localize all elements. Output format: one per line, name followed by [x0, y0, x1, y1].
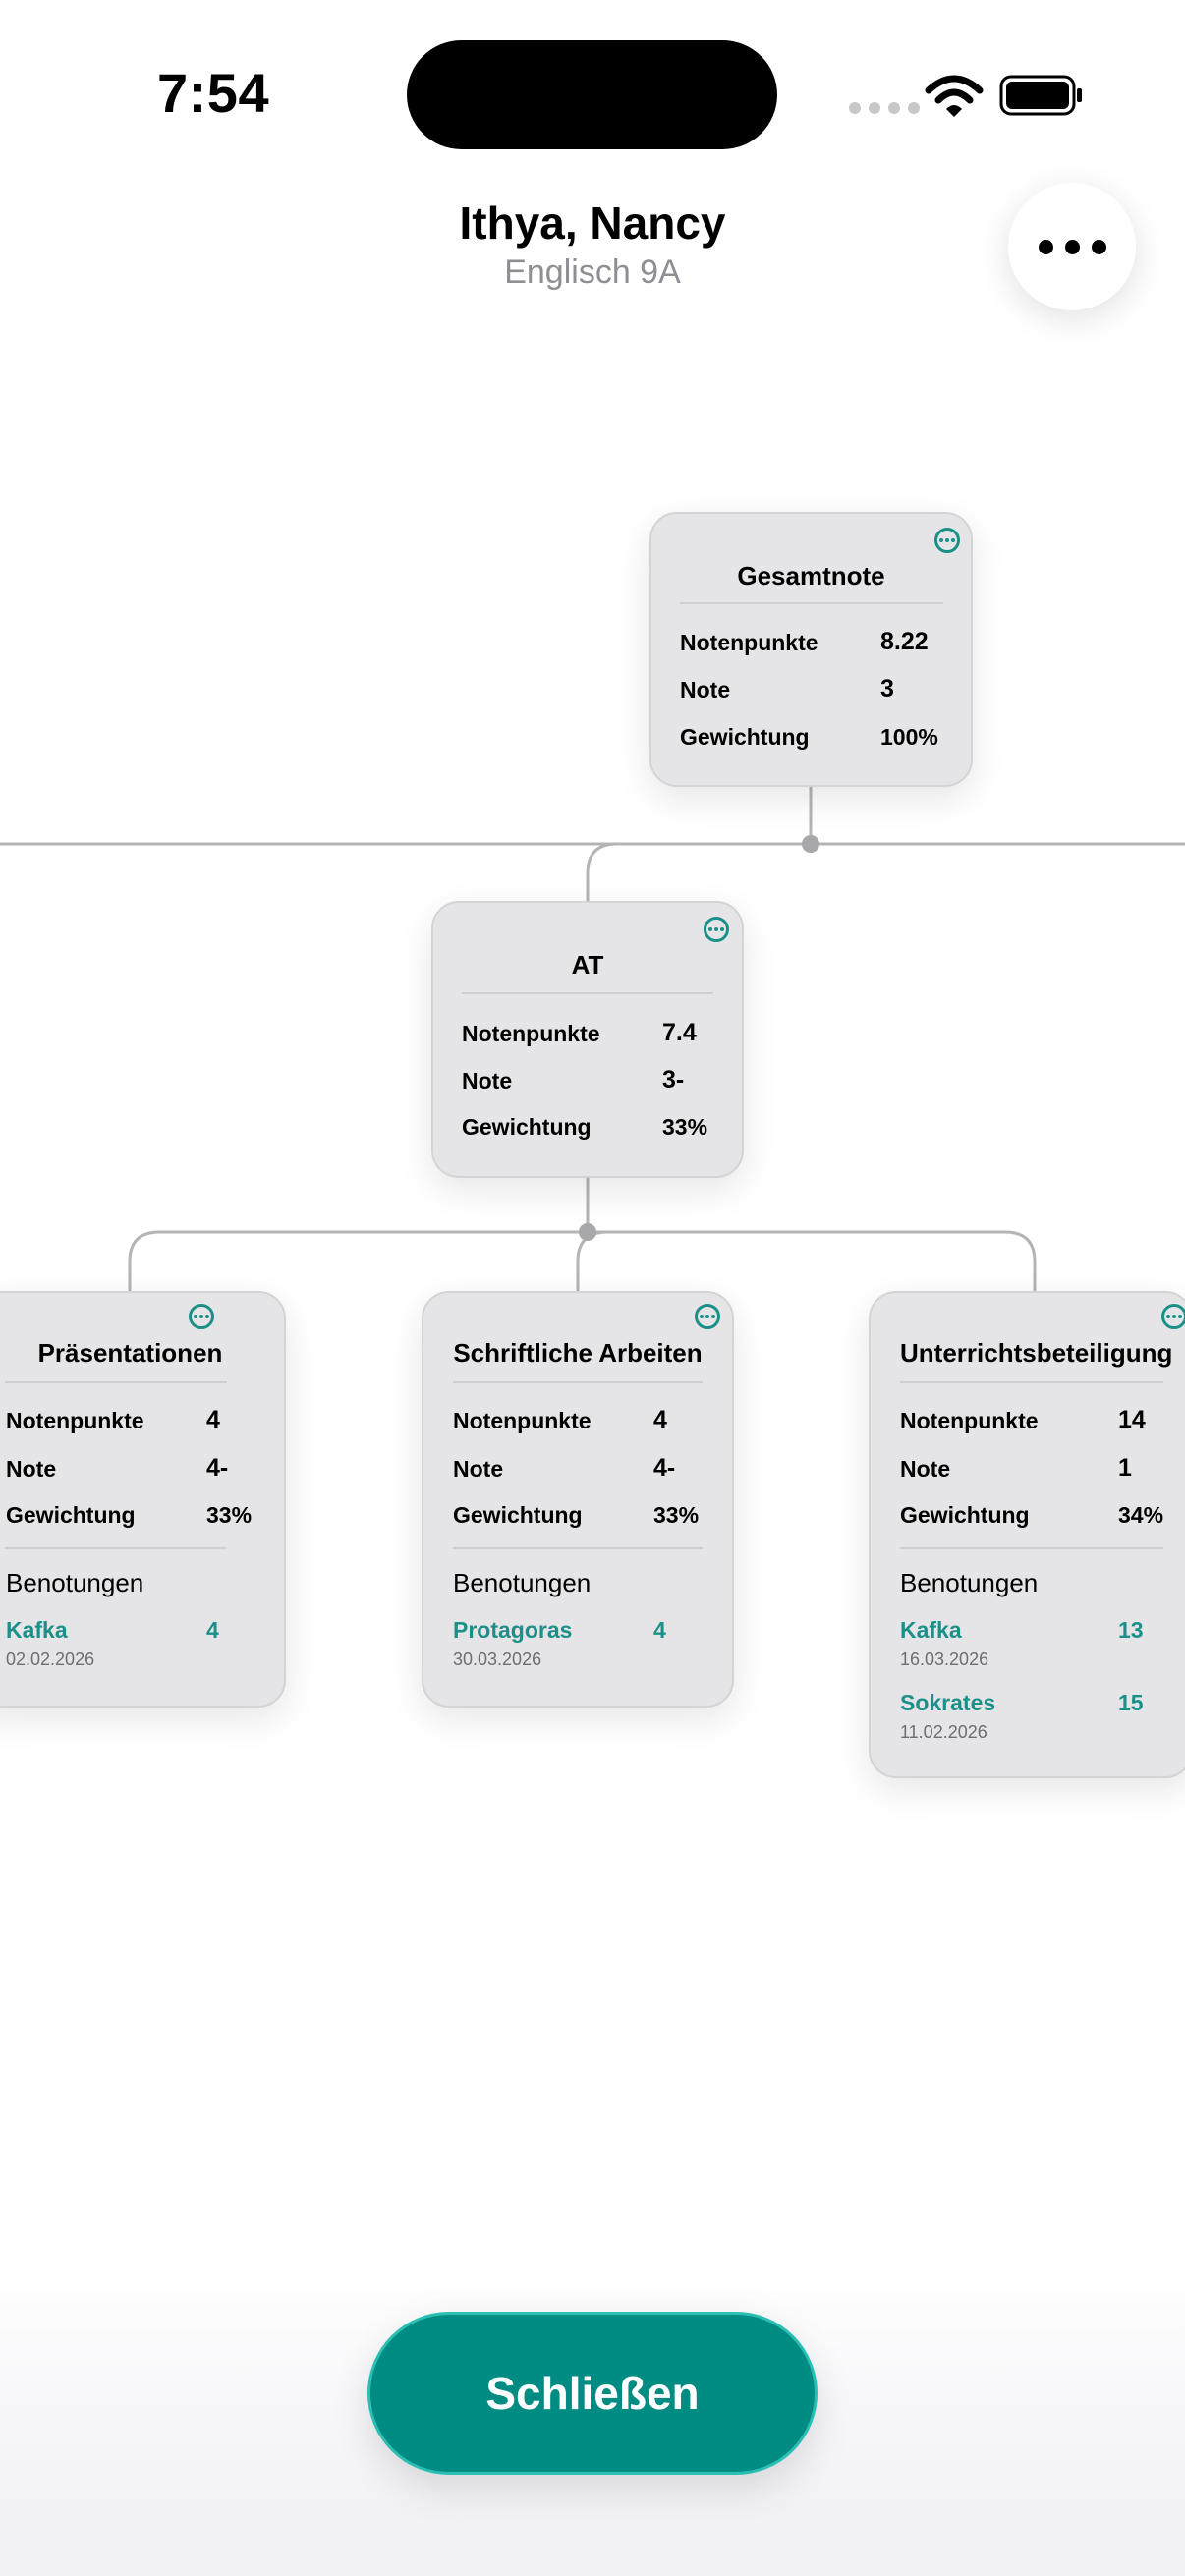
grading-date: 16.03.2026 [900, 1650, 989, 1669]
card-options-icon[interactable] [704, 917, 729, 942]
grade-label: Note [453, 1456, 504, 1482]
grading-date: 30.03.2026 [453, 1650, 542, 1669]
card-presentations[interactable]: Präsentationen Notenpunkte 4 Note 4- Gew… [0, 1291, 286, 1708]
card-title: Gesamtnote [737, 561, 885, 590]
weight-label: Gewichtung [462, 1114, 592, 1140]
card-options-icon[interactable] [695, 1304, 720, 1329]
card-divider [453, 1381, 703, 1383]
grading-value: 4 [653, 1617, 666, 1643]
points-label: Notenpunkte [462, 1021, 600, 1046]
card-title: Unterrichtsbeteiligung [900, 1338, 1173, 1368]
weight-label: Gewichtung [453, 1502, 583, 1528]
card-title: Präsentationen [37, 1338, 223, 1368]
card-options-icon[interactable] [1161, 1304, 1185, 1329]
points-value: 8.22 [880, 628, 929, 655]
grade-value: 3- [662, 1066, 685, 1093]
grade-value: 4- [653, 1454, 676, 1482]
grade-label: Note [462, 1068, 513, 1093]
grade-label: Note [6, 1456, 57, 1482]
points-value: 4 [206, 1406, 220, 1433]
card-divider [5, 1381, 227, 1383]
gradings-heading: Benotungen [453, 1568, 592, 1597]
gradings-heading: Benotungen [6, 1568, 144, 1597]
tree-connectors [0, 787, 1185, 1291]
weight-value: 33% [653, 1502, 700, 1528]
grading-date: 02.02.2026 [6, 1650, 95, 1669]
weight-value: 33% [206, 1502, 253, 1528]
points-label: Notenpunkte [453, 1408, 592, 1433]
grading-name[interactable]: Kafka [6, 1617, 68, 1644]
card-written-work[interactable]: Schriftliche Arbeiten Notenpunkte 4 Note… [422, 1291, 734, 1708]
points-label: Notenpunkte [900, 1408, 1039, 1433]
gradings-heading: Benotungen [900, 1568, 1039, 1597]
grading-date: 11.02.2026 [900, 1722, 988, 1742]
grade-value: 1 [1118, 1454, 1132, 1482]
card-divider [5, 1547, 227, 1549]
points-value: 14 [1118, 1406, 1146, 1433]
weight-value: 100% [880, 724, 938, 750]
grading-name[interactable]: Kafka [900, 1617, 962, 1644]
card-title: AT [571, 950, 604, 980]
card-divider [900, 1547, 1163, 1549]
weight-value: 33% [662, 1114, 708, 1140]
points-value: 4 [653, 1406, 667, 1433]
close-button[interactable]: Schließen [367, 2312, 818, 2475]
card-divider [453, 1547, 703, 1549]
grade-label: Note [900, 1456, 951, 1482]
points-value: 7.4 [662, 1019, 697, 1046]
weight-label: Gewichtung [680, 724, 810, 750]
card-divider [900, 1381, 1163, 1383]
grade-label: Note [680, 677, 731, 702]
card-class-participation[interactable]: Unterrichtsbeteiligung Notenpunkte 14 No… [869, 1291, 1185, 1778]
grade-value: 3 [880, 675, 894, 702]
card-at[interactable]: AT Notenpunkte 7.4 Note 3- Gewichtung 33… [431, 901, 744, 1178]
grading-name[interactable]: Protagoras [453, 1617, 572, 1644]
grading-name[interactable]: Sokrates [900, 1690, 995, 1716]
weight-label: Gewichtung [900, 1502, 1030, 1528]
grade-value: 4- [206, 1454, 229, 1482]
weight-value: 34% [1118, 1502, 1164, 1528]
grading-value: 15 [1118, 1690, 1144, 1715]
points-label: Notenpunkte [680, 630, 818, 655]
card-divider [462, 992, 713, 994]
card-divider [680, 602, 943, 604]
card-options-icon[interactable] [189, 1304, 214, 1329]
card-title: Schriftliche Arbeiten [453, 1338, 703, 1368]
card-options-icon[interactable] [934, 528, 960, 553]
card-total-grade[interactable]: Gesamtnote Notenpunkte 8.22 Note 3 Gewic… [649, 512, 973, 787]
weight-label: Gewichtung [6, 1502, 136, 1528]
grading-value: 13 [1118, 1617, 1144, 1643]
grading-value: 4 [206, 1617, 219, 1643]
points-label: Notenpunkte [6, 1408, 144, 1433]
